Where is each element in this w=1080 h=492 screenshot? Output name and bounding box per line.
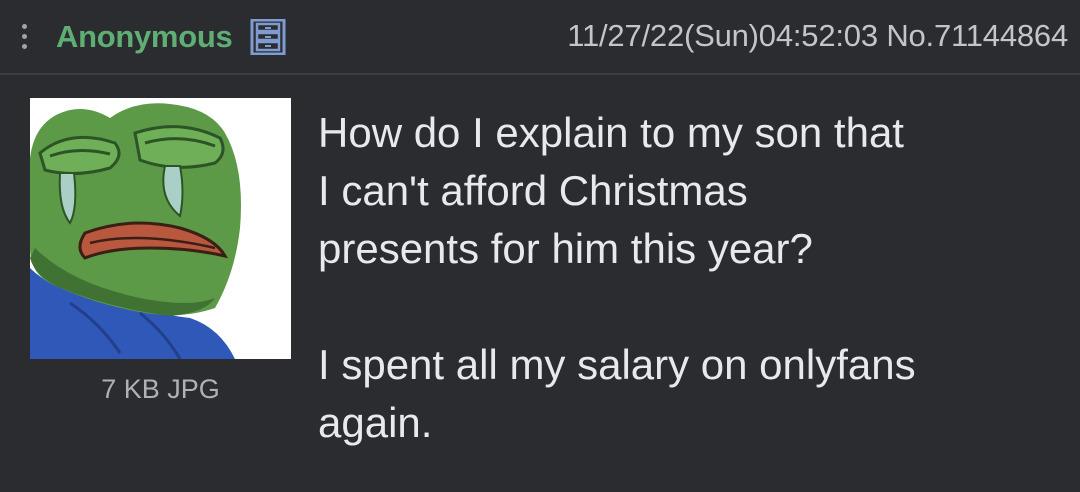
menu-dots-icon[interactable] — [20, 22, 28, 52]
post-comment: How do I explain to my son that I can't … — [318, 104, 1068, 452]
post-number[interactable]: 71144864 — [934, 18, 1068, 53]
post-container: Anonymous 11/27/22(Sun)04:52:03 No.71144… — [0, 0, 1080, 492]
file-info[interactable]: 7 KB JPG — [30, 374, 291, 405]
crying-frog-image[interactable] — [30, 98, 291, 359]
comment-line: presents for him this year? — [318, 225, 813, 272]
post-number-label[interactable]: No. — [886, 18, 934, 53]
comment-line: How do I explain to my son that — [318, 109, 904, 156]
post-header: Anonymous 11/27/22(Sun)04:52:03 No.71144… — [0, 0, 1080, 75]
comment-line: I can't afford Christmas — [318, 167, 748, 214]
filing-cabinet-icon — [250, 19, 286, 55]
post-info: 11/27/22(Sun)04:52:03 No.71144864 — [567, 18, 1068, 54]
post-date: 11/27/22(Sun)04:52:03 — [567, 18, 878, 53]
comment-line: again. — [318, 399, 433, 446]
poster-name: Anonymous — [56, 19, 233, 54]
comment-line: I spent all my salary on onlyfans — [318, 341, 916, 388]
